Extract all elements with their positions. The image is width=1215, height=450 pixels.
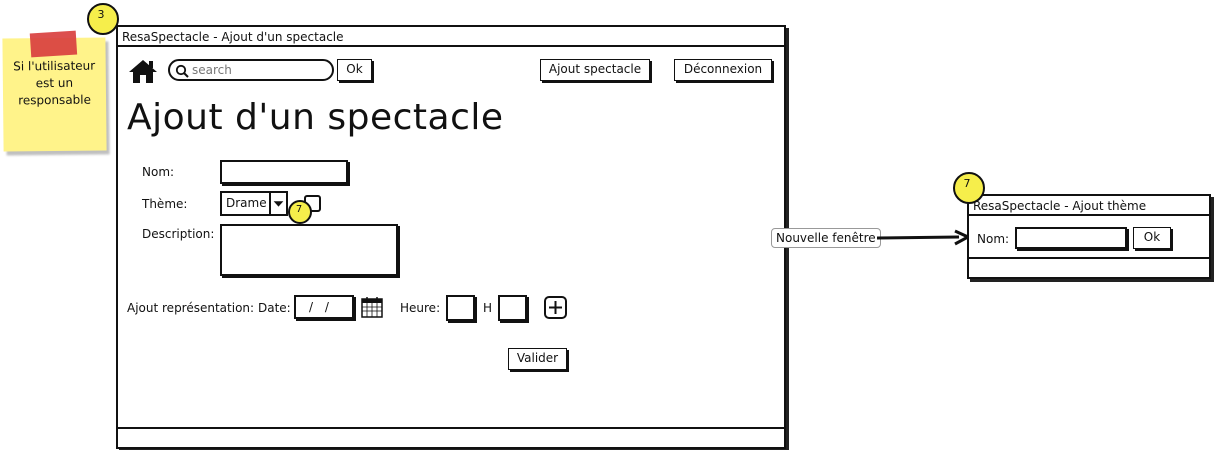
new-window-callout: Nouvelle fenêtre bbox=[771, 228, 881, 248]
sticky-note-text: Si l'utilisateur est un responsable bbox=[13, 58, 96, 108]
arrow-right-icon bbox=[877, 229, 969, 246]
name-label: Nom: bbox=[142, 165, 175, 179]
add-show-button[interactable]: Ajout spectacle bbox=[540, 59, 650, 81]
note-badge: 3 bbox=[87, 3, 119, 35]
search-ok-button[interactable]: Ok bbox=[337, 59, 372, 81]
chevron-down-icon[interactable] bbox=[269, 193, 286, 214]
theme-selected: Drame bbox=[226, 196, 267, 210]
theme-name-label: Nom: bbox=[977, 232, 1010, 246]
window-title: ResaSpectacle - Ajout d'un spectacle bbox=[118, 27, 784, 47]
date-label: Date: bbox=[258, 301, 291, 315]
submit-button[interactable]: Valider bbox=[508, 348, 567, 370]
description-label: Description: bbox=[142, 227, 215, 241]
calendar-icon[interactable] bbox=[361, 296, 383, 318]
theme-label: Thème: bbox=[142, 197, 188, 211]
window-status-bar bbox=[118, 427, 784, 447]
page-title: Ajout d'un spectacle bbox=[127, 97, 504, 138]
theme-window-status-bar bbox=[969, 257, 1209, 277]
theme-ok-button[interactable]: Ok bbox=[1133, 227, 1171, 249]
representation-label: Ajout représentation: bbox=[127, 301, 255, 315]
theme-window-title: ResaSpectacle - Ajout thème bbox=[969, 196, 1209, 216]
time-label: Heure: bbox=[400, 301, 441, 315]
name-field[interactable] bbox=[220, 160, 348, 184]
home-icon[interactable] bbox=[128, 58, 158, 84]
sticky-note: Si l'utilisateur est un responsable bbox=[2, 30, 107, 152]
search-input[interactable]: search bbox=[168, 59, 334, 81]
description-field[interactable] bbox=[220, 224, 398, 276]
plus-icon[interactable] bbox=[544, 296, 567, 319]
theme-window-badge: 7 bbox=[953, 172, 985, 204]
sticky-tape bbox=[29, 30, 78, 58]
date-field[interactable]: / / bbox=[294, 295, 354, 319]
theme-window: ResaSpectacle - Ajout thème Nom: Ok bbox=[967, 194, 1211, 279]
logout-button[interactable]: Déconnexion bbox=[674, 59, 772, 81]
search-icon bbox=[175, 64, 189, 78]
theme-name-field[interactable] bbox=[1015, 227, 1127, 249]
theme-badge: 7 bbox=[288, 200, 312, 224]
main-window: ResaSpectacle - Ajout d'un spectacle sea… bbox=[116, 25, 786, 449]
hour-field[interactable] bbox=[446, 295, 475, 321]
minute-field[interactable] bbox=[498, 295, 527, 321]
hour-separator: H bbox=[483, 301, 493, 315]
search-placeholder: search bbox=[192, 63, 232, 77]
theme-select[interactable]: Drame bbox=[220, 191, 288, 216]
